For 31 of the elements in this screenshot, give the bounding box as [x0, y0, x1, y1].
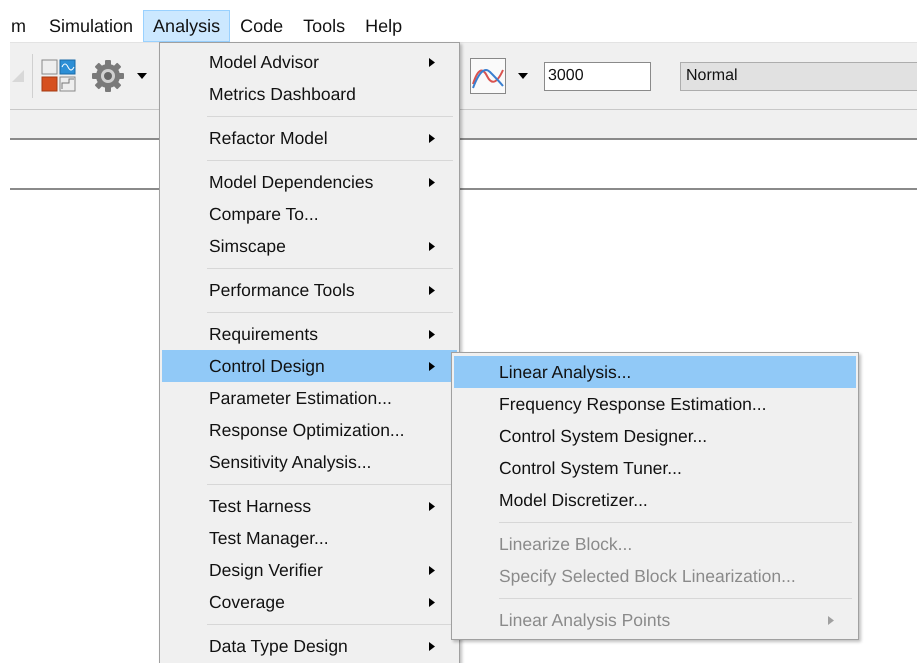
- menu-item[interactable]: Compare To...: [162, 198, 457, 230]
- menu-item[interactable]: Test Harness: [162, 490, 457, 522]
- signal-plot-icon[interactable]: [470, 58, 506, 94]
- menu-bar-item[interactable]: Help: [355, 10, 412, 42]
- menu-item[interactable]: Model Advisor: [162, 46, 457, 78]
- menu-bar-item[interactable]: Code: [230, 10, 294, 42]
- menu-item[interactable]: Refactor Model: [162, 122, 457, 154]
- menu-item[interactable]: Linear Analysis...: [454, 356, 856, 388]
- menu-bar-item[interactable]: Analysis: [143, 10, 230, 42]
- menu-bar-item[interactable]: Tools: [293, 10, 356, 42]
- menu-item[interactable]: Requirements: [162, 318, 457, 350]
- menu-item[interactable]: Metrics Dashboard: [162, 78, 457, 110]
- menu-item[interactable]: Frequency Response Estimation...: [454, 388, 856, 420]
- stop-time-field[interactable]: 3000: [544, 62, 651, 90]
- menu-item[interactable]: Performance Tools: [162, 274, 457, 306]
- gear-icon[interactable]: [91, 59, 125, 93]
- menu-item[interactable]: Design Verifier: [162, 554, 457, 586]
- grid-icon[interactable]: [41, 59, 77, 93]
- menu-item[interactable]: Control Design: [162, 350, 457, 382]
- caret-icon[interactable]: [137, 73, 147, 79]
- menu-item[interactable]: Model Discretizer...: [454, 484, 856, 516]
- menu-item[interactable]: Simscape: [162, 230, 457, 262]
- menu-item[interactable]: Control System Tuner...: [454, 452, 856, 484]
- menu-bar-item[interactable]: m: [0, 10, 39, 42]
- menu-item[interactable]: Coverage: [162, 586, 457, 618]
- menu-item[interactable]: Data Type Design: [162, 630, 457, 662]
- simulation-mode-dropdown[interactable]: Normal: [680, 62, 917, 90]
- menu-item[interactable]: Control System Designer...: [454, 420, 856, 452]
- menu-item[interactable]: Model Dependencies: [162, 166, 457, 198]
- menu-bar-item[interactable]: Simulation: [39, 10, 144, 42]
- caret-icon[interactable]: [518, 73, 528, 79]
